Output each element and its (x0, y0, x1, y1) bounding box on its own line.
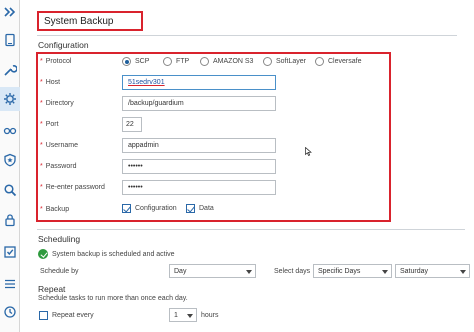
port-label: * Port (40, 121, 59, 128)
checkbox-indicator[interactable] (39, 311, 48, 320)
success-check-icon (38, 249, 48, 259)
gear-icon[interactable] (0, 87, 20, 111)
chevron-down-icon (187, 314, 193, 318)
lock-icon[interactable] (2, 212, 18, 228)
protocol-radio-softlayer[interactable]: SoftLayer (263, 57, 306, 66)
search-icon[interactable] (2, 182, 18, 198)
chevron-down-icon (460, 270, 466, 274)
sidebar (0, 0, 20, 332)
radio-indicator[interactable] (163, 57, 172, 66)
password-input[interactable]: •••••• (122, 159, 276, 174)
divider (37, 35, 457, 36)
protocol-radio-amazon-s3[interactable]: AMAZON S3 (200, 57, 253, 66)
expand-icon[interactable] (2, 4, 18, 20)
backup-label: * Backup (40, 206, 70, 213)
backup-data-checkbox[interactable]: Data (186, 204, 214, 213)
repeat-heading: Repeat (38, 284, 66, 294)
protocol-radio-ftp[interactable]: FTP (163, 57, 189, 66)
protocol-label: * Protocol (40, 58, 72, 65)
mouse-cursor-icon (305, 147, 312, 156)
page-title: System Backup (44, 16, 114, 27)
configuration-heading: Configuration (38, 40, 89, 50)
repeat-every-checkbox[interactable]: Repeat every (39, 311, 94, 320)
radio-indicator[interactable] (200, 57, 209, 66)
host-label: * Host (40, 79, 61, 86)
protocol-radio-scp[interactable]: SCP (122, 57, 149, 66)
port-input[interactable]: 22 (122, 117, 142, 132)
main-content: System Backup Configuration * Protocol SC… (26, 0, 474, 332)
select-days-select[interactable]: Specific Days (313, 264, 392, 278)
page-title-box: System Backup (37, 11, 143, 31)
schedule-status: System backup is scheduled and active (38, 249, 175, 259)
select-days-label: Select days (274, 268, 311, 275)
list-icon[interactable] (2, 276, 18, 292)
username-input[interactable]: appadmin (122, 138, 276, 153)
checkbox-indicator[interactable] (122, 204, 131, 213)
schedule-by-select[interactable]: Day (169, 264, 256, 278)
reenter-password-label: * Re-enter password (40, 184, 105, 191)
scheduling-heading: Scheduling (38, 234, 81, 244)
chevron-down-icon (246, 270, 252, 274)
radio-indicator[interactable] (263, 57, 272, 66)
directory-label: * Directory (40, 100, 74, 107)
password-label: * Password (40, 163, 77, 170)
chevron-down-icon (382, 270, 388, 274)
directory-input[interactable]: /backup/guardium (122, 96, 276, 111)
backup-configuration-checkbox[interactable]: Configuration (122, 204, 177, 213)
hours-label: hours (201, 312, 219, 319)
radio-indicator[interactable] (315, 57, 324, 66)
checkbox-indicator[interactable] (186, 204, 195, 213)
schedule-by-label: Schedule by (40, 268, 79, 275)
tablet-icon[interactable] (2, 32, 18, 48)
repeat-description: Schedule tasks to run more than once eac… (38, 295, 188, 302)
divider (37, 229, 465, 230)
checklist-icon[interactable] (2, 244, 18, 260)
wrench-icon[interactable] (2, 62, 18, 78)
host-input[interactable]: 51sedrv301 (122, 75, 276, 90)
glasses-icon[interactable] (2, 122, 18, 138)
username-label: * Username (40, 142, 79, 149)
clock-icon[interactable] (2, 304, 18, 320)
protocol-radio-cleversafe[interactable]: Cleversafe (315, 57, 361, 66)
reenter-password-input[interactable]: •••••• (122, 180, 276, 195)
radio-indicator[interactable] (122, 57, 131, 66)
day-select[interactable]: Saturday (395, 264, 470, 278)
shield-icon[interactable] (2, 152, 18, 168)
repeat-hours-select[interactable]: 1 (169, 308, 197, 322)
